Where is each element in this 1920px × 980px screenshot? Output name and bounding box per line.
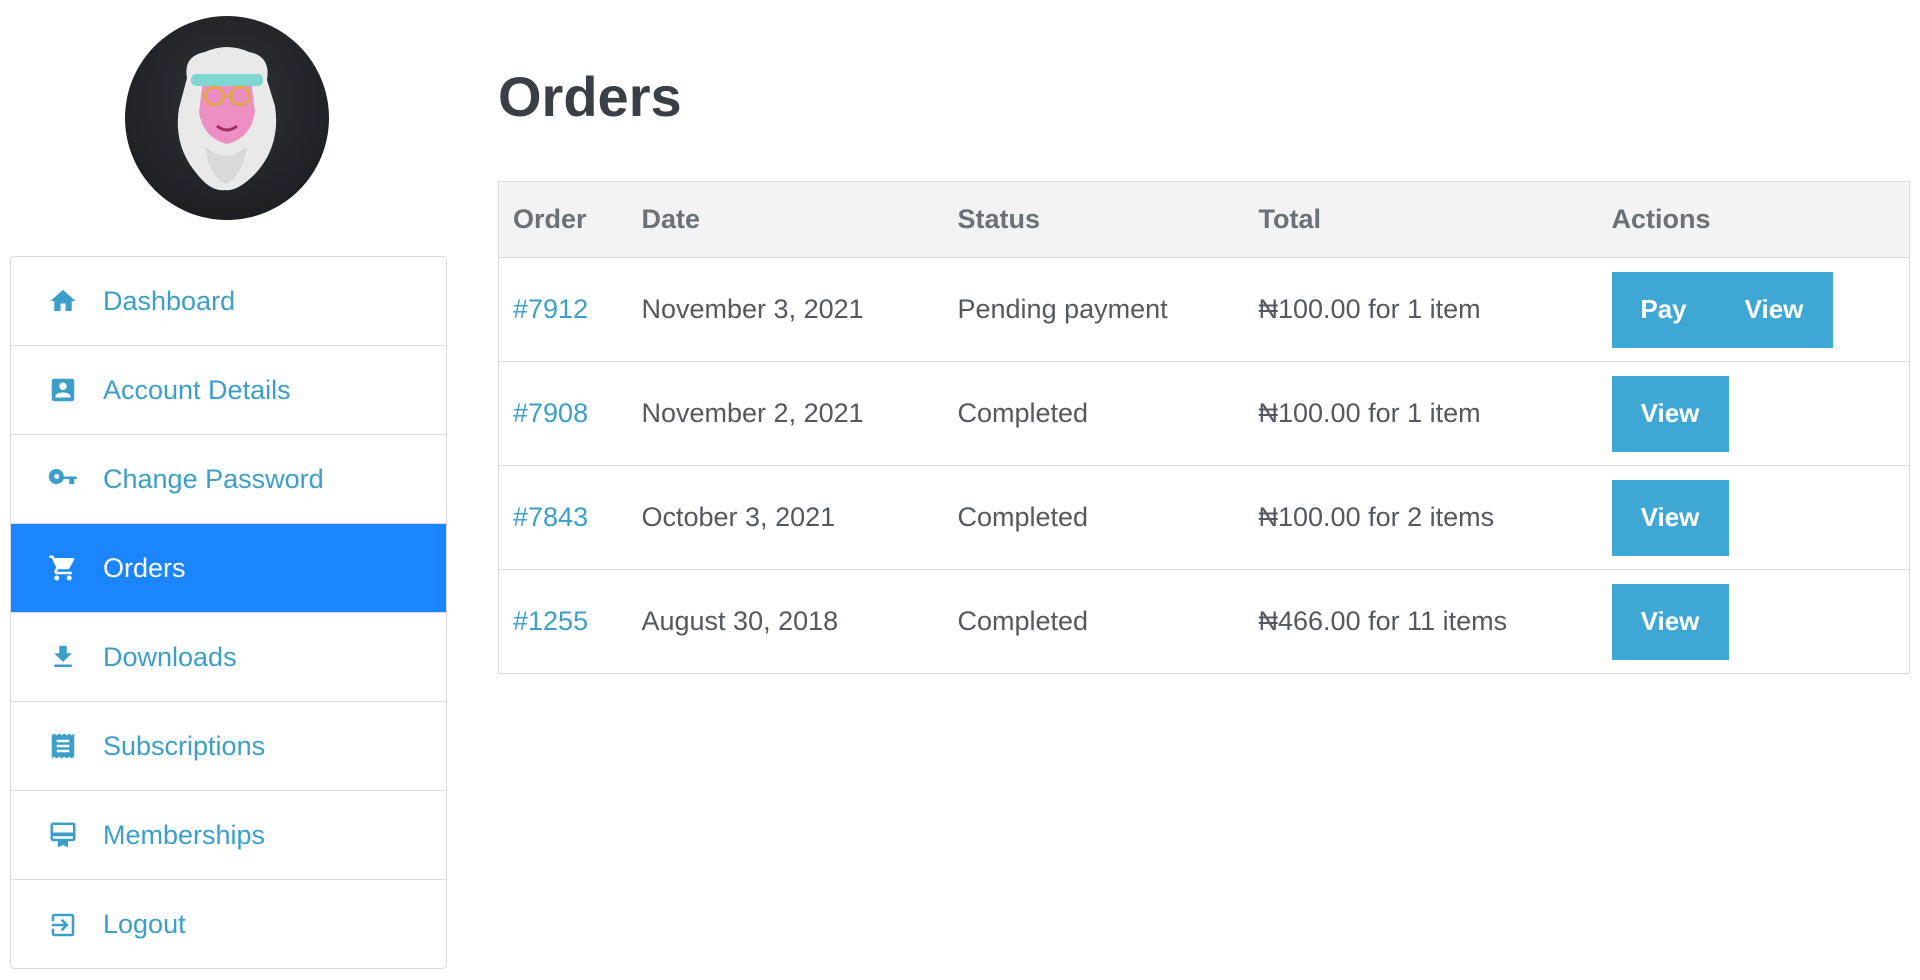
- order-date: August 30, 2018: [641, 606, 839, 636]
- sidebar-item-dashboard[interactable]: Dashboard: [11, 257, 446, 346]
- view-button[interactable]: View: [1611, 479, 1729, 556]
- account-box-icon: [47, 374, 79, 406]
- sidebar-item-label: Dashboard: [103, 285, 236, 316]
- page-title: Orders: [498, 65, 682, 128]
- sidebar-item-label: Change Password: [103, 463, 324, 494]
- sidebar-item-label: Downloads: [103, 641, 237, 672]
- sidebar-item-orders[interactable]: Orders: [11, 524, 446, 613]
- sidebar-item-label: Orders: [103, 552, 186, 583]
- order-status: Completed: [943, 361, 1245, 466]
- order-number-cell: #7843: [498, 465, 628, 570]
- table-row: #7843 October 3, 2021 Completed ₦100.00 …: [498, 465, 1910, 570]
- view-button[interactable]: View: [1715, 271, 1833, 348]
- order-status: Completed: [957, 606, 1089, 636]
- order-number-cell: #7912: [498, 257, 628, 362]
- column-header-order: Order: [498, 181, 628, 258]
- receipt-icon: [47, 730, 79, 762]
- sidebar-item-label: Memberships: [103, 819, 266, 850]
- order-link[interactable]: #7912: [513, 294, 588, 324]
- order-date: November 2, 2021: [627, 361, 944, 466]
- order-total: ₦100.00 for 2 items: [1244, 465, 1598, 570]
- avatar-illustration: [177, 47, 277, 191]
- table-header-row: Order Date Status Total Actions: [498, 181, 1910, 258]
- sidebar-item-label: Account Details: [103, 374, 291, 405]
- action-button-group: Pay View: [1611, 271, 1833, 348]
- membership-card-icon: [47, 819, 79, 851]
- order-status: Completed: [943, 465, 1245, 570]
- table-row: #7908 November 2, 2021 Completed ₦100.00…: [498, 361, 1910, 466]
- order-date: November 3, 2021: [627, 257, 944, 362]
- sidebar-item-label: Logout: [103, 909, 186, 939]
- order-number-cell: #1255: [499, 570, 628, 674]
- cart-icon: [47, 552, 79, 584]
- column-header-total: Total: [1244, 181, 1598, 258]
- account-navigation: Dashboard Account Details Change Passwor…: [10, 256, 447, 969]
- order-actions: View: [1597, 465, 1910, 570]
- order-actions: View: [1597, 361, 1910, 466]
- column-header-actions: Actions: [1597, 181, 1910, 258]
- order-status: Pending payment: [943, 257, 1245, 362]
- sidebar-item-subscriptions[interactable]: Subscriptions: [11, 702, 446, 791]
- order-total: ₦100.00 for 1 item: [1244, 257, 1598, 362]
- order-total: ₦466.00 for 11 items: [1258, 606, 1508, 636]
- view-button[interactable]: View: [1611, 583, 1729, 660]
- sidebar-item-logout[interactable]: Logout: [11, 880, 446, 968]
- pay-button[interactable]: Pay: [1611, 271, 1716, 348]
- table-row: #7912 November 3, 2021 Pending payment ₦…: [498, 257, 1910, 362]
- order-total: ₦100.00 for 1 item: [1244, 361, 1598, 466]
- order-date: October 3, 2021: [627, 465, 944, 570]
- order-number-cell: #7908: [498, 361, 628, 466]
- sidebar-item-memberships[interactable]: Memberships: [11, 791, 446, 880]
- order-link[interactable]: #7843: [513, 502, 588, 532]
- download-icon: [47, 641, 79, 673]
- user-avatar: [125, 16, 329, 220]
- sidebar-item-label: Subscriptions: [103, 730, 266, 761]
- key-icon: [47, 463, 79, 495]
- home-icon: [47, 285, 79, 317]
- column-header-status: Status: [943, 181, 1245, 258]
- order-link[interactable]: #1255: [513, 606, 588, 636]
- logout-icon: [47, 909, 79, 941]
- sidebar-item-change-password[interactable]: Change Password: [11, 435, 446, 524]
- view-button[interactable]: View: [1611, 375, 1729, 452]
- orders-table: Order Date Status Total Actions #7912 No…: [498, 181, 1910, 674]
- column-header-date: Date: [627, 181, 944, 258]
- sidebar-item-downloads[interactable]: Downloads: [11, 613, 446, 702]
- table-row: #1255 August 30, 2018 Completed ₦466.00 …: [499, 570, 1910, 674]
- sidebar-item-account-details[interactable]: Account Details: [11, 346, 446, 435]
- order-actions: View: [1598, 570, 1910, 674]
- order-actions: Pay View: [1597, 257, 1910, 362]
- order-link[interactable]: #7908: [513, 398, 588, 428]
